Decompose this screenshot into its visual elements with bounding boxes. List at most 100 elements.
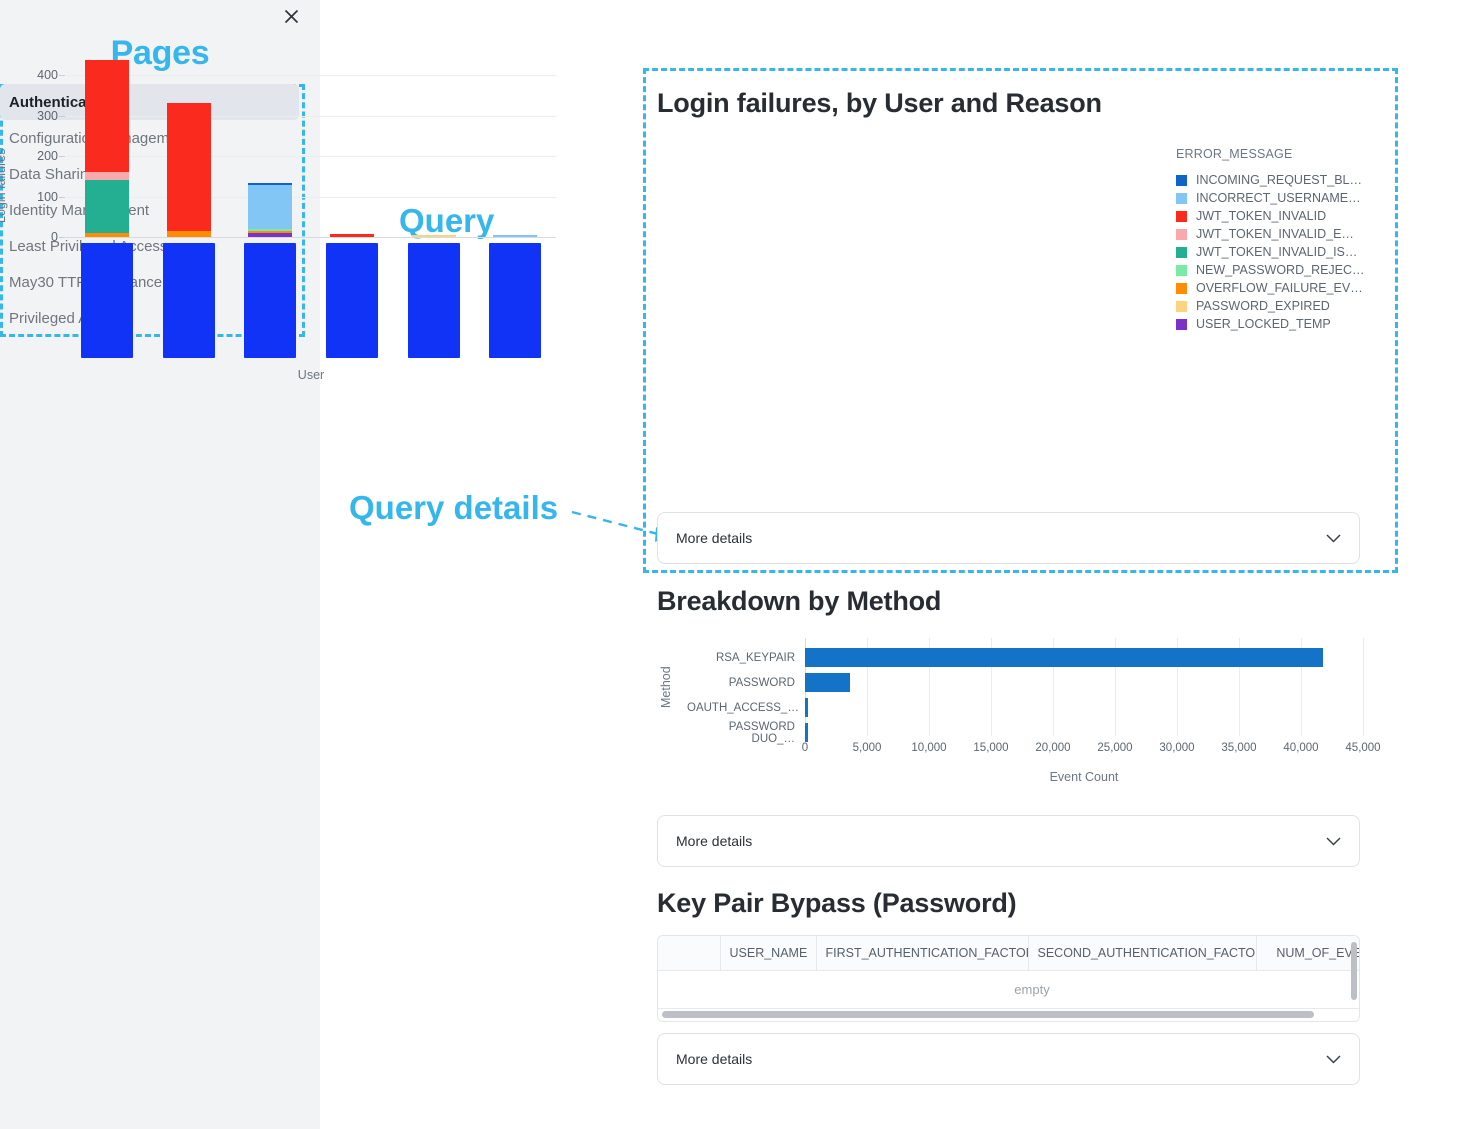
chart2-bar[interactable]	[805, 673, 850, 692]
chart2-x-tick: 40,000	[1283, 742, 1319, 754]
chart1-bar-segment[interactable]	[493, 235, 538, 237]
chart2-category-label: PASSWORD DUO_…	[728, 720, 795, 745]
chart1-stacked-bar[interactable]	[84, 59, 129, 237]
chart2-category-label: RSA_KEYPAIR	[715, 651, 795, 664]
table-horizontal-scrollbar-thumb[interactable]	[662, 1011, 1314, 1018]
legend-item[interactable]: NEW_PASSWORD_REJEC…	[1176, 261, 1376, 279]
table-vertical-scrollbar-thumb[interactable]	[1351, 942, 1357, 1000]
login-failures-chart: Login failures 0 100 200 300 400 User	[0, 55, 740, 395]
breakdown-by-method-panel: Breakdown by Method Method RSA_KEYPAIR PA…	[657, 586, 1397, 786]
more-details-label: More details	[676, 833, 753, 849]
chart2-gridline	[1363, 638, 1364, 736]
table-header-user-name[interactable]: USER_NAME	[720, 936, 817, 971]
legend-item[interactable]: JWT_TOKEN_INVALID	[1176, 207, 1376, 225]
legend-label: PASSWORD_EXPIRED	[1196, 299, 1330, 313]
legend-label: USER_LOCKED_TEMP	[1196, 317, 1331, 331]
chart1-bar-segment[interactable]	[166, 103, 211, 231]
chart2-x-tick: 0	[801, 742, 809, 754]
table-row: empty	[658, 970, 1359, 1009]
chart1-redacted-label	[80, 243, 133, 358]
chart1-redacted-label	[162, 243, 215, 358]
page-title-key-pair-bypass: Key Pair Bypass (Password)	[657, 888, 1017, 918]
key-pair-bypass-table: USER_NAME FIRST_AUTHENTICATION_FACTOR SE…	[657, 935, 1360, 1022]
table-header-second-authentication-factor[interactable]: SECOND_AUTHENTICATION_FACTOR	[1028, 936, 1257, 971]
chart2-y-axis-label: Method	[659, 666, 673, 708]
legend-swatch	[1176, 318, 1187, 330]
table-header-first-authentication-factor[interactable]: FIRST_AUTHENTICATION_FACTOR	[816, 936, 1029, 971]
chart2-x-tick: 5,000	[852, 742, 882, 754]
chart1-y-tick: 200	[37, 149, 58, 164]
legend-swatch	[1176, 246, 1187, 258]
chart1-redacted-label	[244, 243, 297, 358]
chart1-y-tick: 300	[37, 108, 58, 123]
legend-swatch	[1176, 228, 1187, 240]
chart1-stacked-bar[interactable]	[329, 234, 374, 237]
chart2-category-label: PASSWORD	[728, 676, 795, 689]
chart1-bar-segment[interactable]	[84, 59, 129, 173]
chart1-y-tick: 100	[37, 189, 58, 204]
chart1-redacted-label	[325, 243, 378, 358]
chevron-down-icon	[1326, 531, 1341, 546]
legend-label: INCORRECT_USERNAME…	[1196, 191, 1361, 205]
chart1-bar-segment[interactable]	[84, 232, 129, 237]
chart1-bar-segment[interactable]	[166, 230, 211, 237]
table-horizontal-scrollbar[interactable]	[658, 1009, 1359, 1021]
legend-label: JWT_TOKEN_INVALID_E…	[1196, 227, 1354, 241]
table-header-num-of-events[interactable]: NUM_OF_EVENTS	[1256, 936, 1359, 971]
chart1-stacked-bar[interactable]	[248, 183, 293, 237]
chart1-bar-segment[interactable]	[248, 232, 293, 237]
chart2-bar[interactable]	[805, 723, 808, 742]
chart1-legend: ERROR_MESSAGE INCOMING_REQUEST_BL… INCORR…	[1176, 147, 1376, 333]
chart1-gridline	[66, 196, 556, 198]
chart2-x-tick: 20,000	[1035, 742, 1071, 754]
breakdown-by-method-chart: Method RSA_KEYPAIR PASSWORD OAUTH_ACCESS_……	[657, 634, 1397, 784]
more-details-accordion-2[interactable]: More details	[657, 815, 1360, 867]
legend-item[interactable]: INCOMING_REQUEST_BL…	[1176, 171, 1376, 189]
legend-item[interactable]: JWT_TOKEN_INVALID_E…	[1176, 225, 1376, 243]
table-header-blank[interactable]	[658, 936, 721, 971]
chart1-y-tick-mark	[59, 196, 65, 198]
chart1-y-tick-mark	[59, 75, 65, 77]
chart1-bar-segment[interactable]	[411, 235, 456, 237]
legend-item[interactable]: PASSWORD_EXPIRED	[1176, 297, 1376, 315]
chart1-bar-segment[interactable]	[84, 179, 129, 233]
chart1-bar-segment[interactable]	[329, 234, 374, 237]
annotation-query-details: Query details	[349, 489, 559, 526]
chart1-stacked-bar[interactable]	[493, 235, 538, 237]
more-details-label: More details	[676, 530, 753, 546]
legend-item[interactable]: USER_LOCKED_TEMP	[1176, 315, 1376, 333]
legend-swatch	[1176, 282, 1187, 294]
more-details-label: More details	[676, 1051, 753, 1067]
legend-label: INCOMING_REQUEST_BL…	[1196, 173, 1363, 187]
chart2-bar[interactable]	[805, 648, 1324, 667]
app-root: Pages Authentication Configuration Manag…	[0, 0, 1470, 1129]
chart1-stacked-bar[interactable]	[166, 103, 211, 237]
chart1-gridline	[66, 115, 556, 117]
chart1-bar-segment[interactable]	[248, 185, 293, 229]
legend-item[interactable]: INCORRECT_USERNAME…	[1176, 189, 1376, 207]
more-details-accordion-3[interactable]: More details	[657, 1033, 1360, 1085]
close-icon[interactable]	[278, 3, 304, 29]
legend-title: ERROR_MESSAGE	[1176, 147, 1293, 161]
legend-swatch	[1176, 210, 1187, 222]
chart2-category-label: OAUTH_ACCESS_…	[687, 701, 799, 714]
chart1-y-tick-mark	[59, 115, 65, 117]
more-details-accordion-1[interactable]: More details	[657, 512, 1360, 564]
chevron-down-icon	[1326, 1052, 1341, 1067]
chart2-x-axis-label: Event Count	[1049, 770, 1119, 784]
chart1-redacted-label	[489, 243, 542, 358]
legend-label: NEW_PASSWORD_REJEC…	[1196, 263, 1365, 277]
legend-item[interactable]: OVERFLOW_FAILURE_EV…	[1176, 279, 1376, 297]
chart1-gridline	[66, 75, 556, 77]
legend-swatch	[1176, 264, 1187, 276]
legend-label: JWT_TOKEN_INVALID_IS…	[1196, 245, 1358, 259]
key-pair-bypass-panel: Key Pair Bypass (Password) USER_NAME FIR…	[657, 888, 1397, 1022]
legend-label: OVERFLOW_FAILURE_EV…	[1196, 281, 1363, 295]
chart1-stacked-bar[interactable]	[411, 235, 456, 237]
chart2-x-tick: 30,000	[1159, 742, 1195, 754]
chart1-bar-segment[interactable]	[84, 172, 129, 180]
chart2-bar[interactable]	[805, 698, 808, 717]
legend-item[interactable]: JWT_TOKEN_INVALID_IS…	[1176, 243, 1376, 261]
table-header-row: USER_NAME FIRST_AUTHENTICATION_FACTOR SE…	[658, 936, 1359, 971]
chart2-x-tick: 10,000	[911, 742, 947, 754]
